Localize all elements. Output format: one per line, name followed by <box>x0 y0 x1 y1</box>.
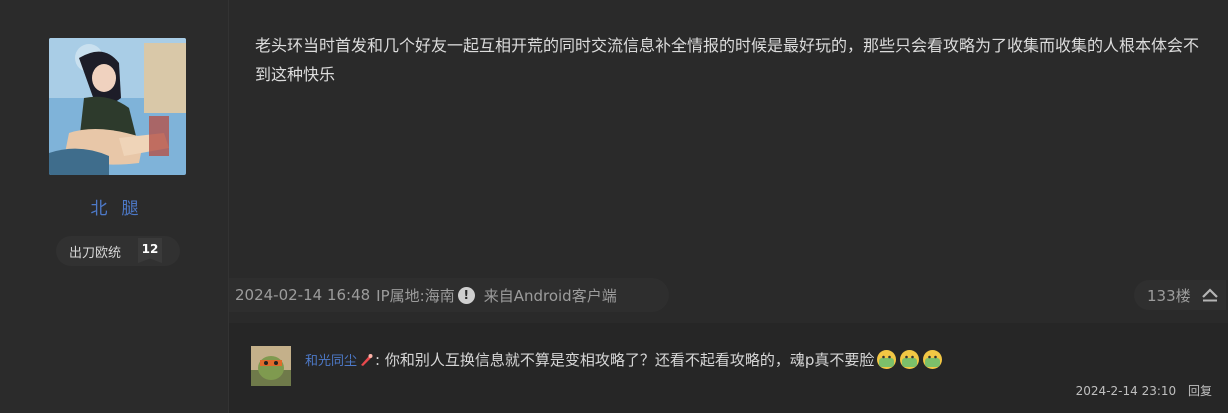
collapse-up-icon[interactable] <box>1201 288 1219 302</box>
reply-text: : 你和别人互换信息就不算是变相攻略了？还看不起看攻略的，魂p真不要脸 <box>375 351 875 369</box>
face-emoji-icon <box>923 350 943 369</box>
author-avatar[interactable] <box>49 38 186 175</box>
post-content: 老头环当时首发和几个好友一起互相开荒的同时交流信息补全情报的时候是最好玩的，那些… <box>255 36 1200 84</box>
post-ip-location: IP属地:海南 <box>376 286 455 305</box>
avatar-image <box>49 38 186 175</box>
reply-line: 和光同尘 : 你和别人互换信息就不算是变相攻略了？还看不起看攻略的，魂p真不要脸 <box>305 349 943 370</box>
post-meta: 2024-02-14 16:48 IP属地:海南 ! 来自Android客户端 <box>229 278 669 312</box>
post-date: 2024-02-14 16:48 <box>235 286 371 304</box>
reply-avatar-image <box>251 346 291 386</box>
author-column: 北腿 出刀欧统 12 <box>0 0 229 413</box>
author-name[interactable]: 北腿 <box>0 194 229 219</box>
reply-section: 和光同尘 : 你和别人互换信息就不算是变相攻略了？还看不起看攻略的，魂p真不要脸 <box>229 323 1228 413</box>
badge-name: 出刀欧统 <box>69 245 122 261</box>
reply-button[interactable]: 回复 <box>1188 384 1212 398</box>
reply-time: 2024-2-14 23:10 <box>1075 384 1177 398</box>
user-badge[interactable]: 出刀欧统 12 <box>56 236 180 266</box>
post-floor: 北腿 出刀欧统 12 老头环当时首发和几个好友一起互相开荒的同时交流信息补全情报… <box>0 0 1228 413</box>
warning-icon[interactable]: ! <box>457 286 475 304</box>
face-emoji-icon <box>900 350 920 369</box>
face-emoji-icon <box>877 350 897 369</box>
reply-user-avatar[interactable] <box>251 346 291 386</box>
reply-meta: 2024-2-14 23:10 回复 <box>1076 382 1212 399</box>
post-client: 来自Android客户端 <box>483 286 617 305</box>
floor-number: 133楼 <box>1147 286 1191 305</box>
badge-level: 12 <box>138 238 162 263</box>
floor-indicator[interactable]: 133楼 <box>1134 280 1226 310</box>
reply-username[interactable]: 和光同尘 <box>305 350 357 369</box>
user-title-icon <box>361 353 373 366</box>
